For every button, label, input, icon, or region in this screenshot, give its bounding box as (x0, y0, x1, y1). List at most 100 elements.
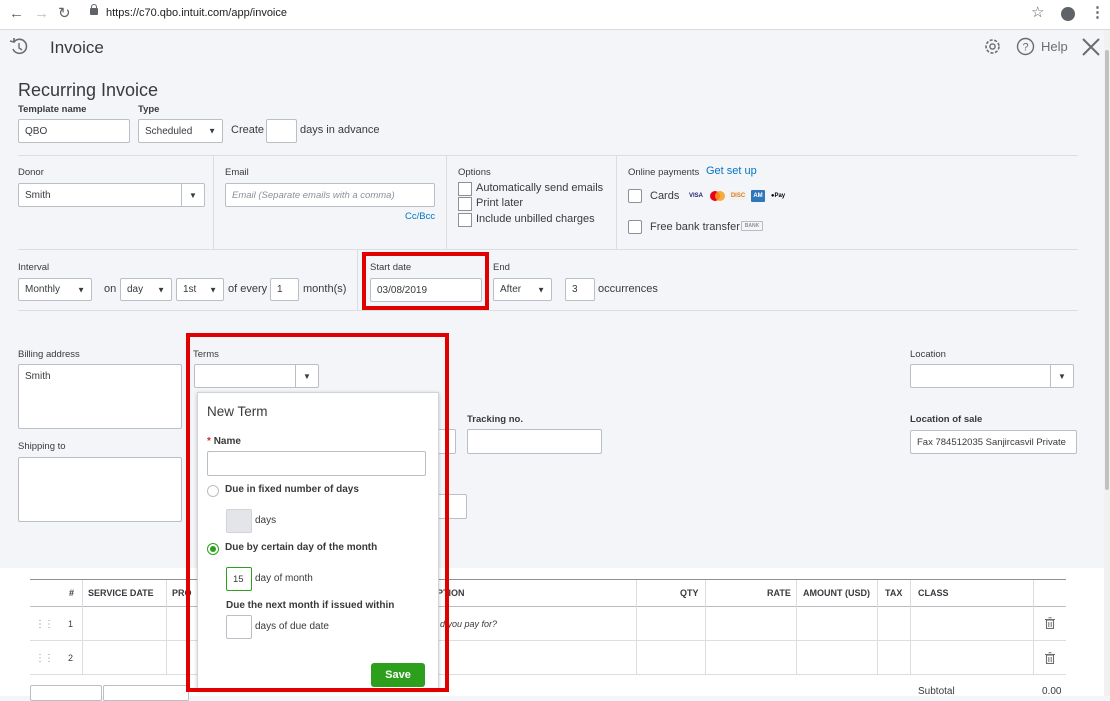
occurrences-label: occurrences (598, 283, 658, 295)
of-every-label: of every (228, 283, 268, 295)
bank-icon: BANK (741, 221, 763, 231)
chevron-down-icon: ▼ (209, 285, 217, 294)
interval-label: Interval (18, 262, 50, 273)
help-icon[interactable]: ? (1016, 37, 1035, 56)
discover-icon: DISC (729, 191, 747, 200)
trash-icon[interactable] (1045, 652, 1055, 664)
shipping-to-label: Shipping to (18, 441, 66, 452)
shipping-to-input[interactable] (18, 457, 182, 522)
col-service-date: SERVICE DATE (88, 588, 154, 598)
print-later-label: Print later (476, 197, 524, 209)
gear-icon[interactable] (983, 37, 1002, 56)
chevron-down-icon: ▼ (1050, 365, 1073, 387)
interval-select[interactable]: Monthly ▼ (18, 278, 92, 301)
visa-icon: VISA (688, 192, 703, 199)
billing-address-input[interactable]: Smith (18, 364, 182, 429)
create-label: Create (231, 124, 265, 136)
cc-bcc-link[interactable]: Cc/Bcc (405, 211, 435, 222)
svg-text:?: ? (1022, 42, 1028, 54)
col-divider (166, 580, 167, 675)
free-bank-transfer-checkbox[interactable] (628, 220, 642, 234)
col-rate: RATE (767, 588, 791, 598)
on-nth-select[interactable]: 1st ▼ (176, 278, 224, 301)
terms-popup-highlight (186, 333, 449, 692)
app-header (0, 30, 1104, 70)
divider (213, 156, 214, 249)
email-input[interactable]: Email (Separate emails with a comma) (225, 183, 435, 207)
close-icon[interactable] (1081, 37, 1101, 57)
address-bar[interactable]: https://c70.qbo.intuit.com/app/invoice (106, 7, 287, 19)
every-months-input[interactable]: 1 (270, 278, 299, 301)
account-icon[interactable] (1061, 7, 1075, 21)
amex-icon: AM (751, 190, 765, 202)
print-later-checkbox[interactable] (458, 197, 472, 211)
unbilled-charges-label: Include unbilled charges (476, 213, 595, 225)
end-label: End (493, 262, 510, 273)
form-heading: Recurring Invoice (18, 80, 159, 100)
back-icon[interactable]: ← (9, 5, 24, 23)
donor-select[interactable]: Smith ▼ (18, 183, 205, 207)
template-name-input[interactable]: QBO (18, 119, 130, 143)
auto-send-checkbox[interactable] (458, 182, 472, 196)
donor-label: Donor (18, 167, 44, 178)
col-amount: AMOUNT (USD) (803, 588, 870, 598)
page-title: Invoice (50, 38, 104, 57)
help-label[interactable]: Help (1041, 39, 1068, 54)
col-divider (636, 580, 637, 675)
chevron-down-icon: ▼ (208, 126, 216, 136)
forward-icon[interactable]: → (34, 5, 49, 23)
subtotal-value: 0.00 (1042, 686, 1062, 697)
end-select[interactable]: After ▼ (493, 278, 552, 301)
template-name-label: Template name (18, 104, 87, 115)
drag-handle-icon[interactable]: ⋮⋮ (35, 653, 54, 664)
auto-send-label: Automatically send emails (476, 182, 604, 194)
billing-address-label: Billing address (18, 349, 80, 360)
recent-transactions-icon[interactable] (8, 37, 30, 57)
scrollbar-thumb[interactable] (1105, 50, 1109, 490)
unbilled-charges-checkbox[interactable] (458, 213, 472, 227)
get-set-up-link[interactable]: Get set up (706, 165, 757, 177)
col-divider (877, 580, 878, 675)
email-label: Email (225, 167, 249, 178)
chevron-down-icon: ▼ (181, 184, 204, 206)
drag-handle-icon[interactable]: ⋮⋮ (35, 619, 54, 630)
col-divider (910, 580, 911, 675)
trash-icon[interactable] (1045, 617, 1055, 629)
col-tax: TAX (885, 588, 903, 598)
tracking-no-input[interactable] (467, 429, 602, 454)
row-number: 1 (68, 619, 74, 629)
location-select[interactable]: ▼ (910, 364, 1074, 388)
add-lines-button[interactable] (30, 685, 102, 701)
row-number: 2 (68, 653, 74, 663)
divider (616, 156, 617, 249)
divider (18, 249, 1078, 250)
occurrences-input[interactable]: 3 (565, 278, 595, 301)
col-divider (796, 580, 797, 675)
cards-label: Cards (650, 190, 680, 202)
chevron-down-icon: ▼ (537, 285, 545, 294)
months-label: month(s) (303, 283, 347, 295)
col-divider (705, 580, 706, 675)
menu-icon[interactable]: ⋮ (1090, 4, 1105, 22)
location-of-sale-input[interactable]: Fax 784512035 Sanjircasvil Private (910, 430, 1077, 454)
type-select[interactable]: Scheduled ▼ (138, 119, 223, 143)
clear-lines-button[interactable] (103, 685, 189, 701)
cards-checkbox[interactable] (628, 189, 642, 203)
col-divider (82, 580, 83, 675)
type-label: Type (138, 104, 160, 115)
bookmark-star-icon[interactable]: ☆ (1031, 4, 1044, 22)
days-in-advance-label: days in advance (300, 124, 380, 136)
browser-toolbar: ← → ↻ https://c70.qbo.intuit.com/app/inv… (0, 0, 1110, 30)
start-date-highlight (362, 252, 489, 310)
create-days-input[interactable] (266, 119, 297, 143)
col-number: # (69, 588, 75, 598)
col-divider (1033, 580, 1034, 675)
divider (446, 156, 447, 249)
divider (18, 310, 1078, 311)
divider (357, 250, 358, 310)
reload-icon[interactable]: ↻ (58, 5, 71, 23)
lock-icon (90, 4, 98, 15)
tracking-no-label: Tracking no. (467, 414, 523, 425)
on-day-select[interactable]: day ▼ (120, 278, 172, 301)
location-of-sale-label: Location of sale (910, 414, 983, 425)
